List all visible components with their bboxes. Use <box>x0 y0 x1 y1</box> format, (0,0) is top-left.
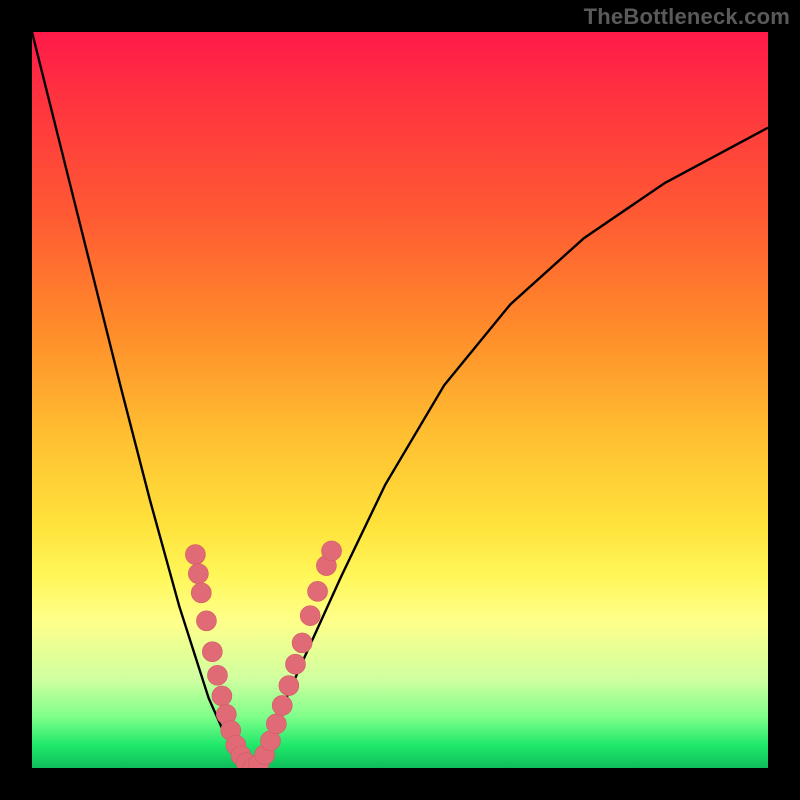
marker-point <box>191 583 211 603</box>
marker-point <box>308 581 328 601</box>
marker-point <box>212 686 232 706</box>
marker-point <box>202 642 222 662</box>
marker-point <box>300 606 320 626</box>
marker-point <box>196 611 216 631</box>
watermark: TheBottleneck.com <box>584 4 790 30</box>
plot-area <box>32 32 768 768</box>
highlight-markers <box>185 541 341 768</box>
chart-overlay <box>32 32 768 768</box>
marker-point <box>272 695 292 715</box>
marker-point <box>185 545 205 565</box>
marker-point <box>188 564 208 584</box>
marker-point <box>266 714 286 734</box>
marker-point <box>292 633 312 653</box>
marker-point <box>279 676 299 696</box>
chart-canvas: TheBottleneck.com <box>0 0 800 800</box>
marker-point <box>285 654 305 674</box>
curve-right-branch <box>253 128 768 768</box>
marker-point <box>322 541 342 561</box>
marker-point <box>207 665 227 685</box>
